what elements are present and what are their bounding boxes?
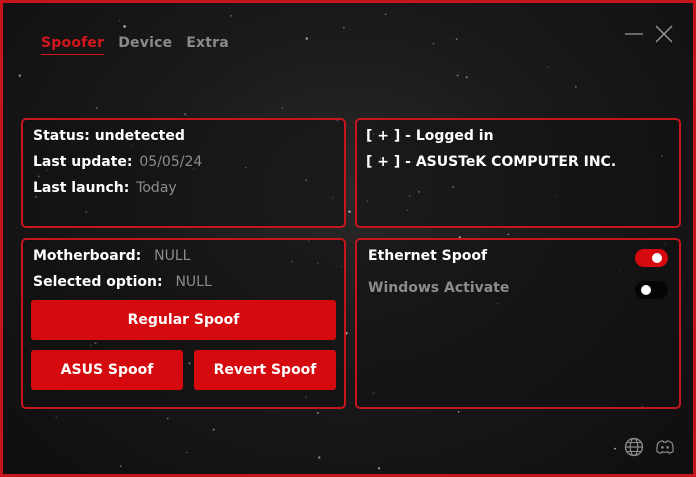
selected-option-row: Selected option: NULL — [33, 274, 212, 290]
app-window: Spoofer Device Extra Status: undetected … — [0, 0, 696, 477]
star-dot — [166, 417, 169, 420]
last-update-row: Last update: 05/05/24 — [33, 154, 202, 170]
status-label: Status: — [33, 128, 90, 144]
status-row: Status: undetected — [33, 128, 185, 144]
star-dot — [455, 38, 458, 40]
revert-spoof-button[interactable]: Revert Spoof — [194, 350, 336, 390]
star-dot — [184, 113, 187, 116]
ethernet-spoof-label: Ethernet Spoof — [368, 248, 488, 264]
regular-spoof-button[interactable]: Regular Spoof — [31, 300, 336, 340]
last-launch-row: Last launch: Today — [33, 180, 177, 196]
motherboard-row: Motherboard: NULL — [33, 248, 190, 264]
log-line: [ + ] - ASUSTeK COMPUTER INC. — [366, 154, 617, 170]
tab-device[interactable]: Device — [118, 35, 172, 55]
selected-option-value: NULL — [175, 274, 212, 290]
ethernet-spoof-toggle[interactable] — [635, 249, 668, 267]
last-update-label: Last update: — [33, 154, 133, 170]
motherboard-value: NULL — [154, 248, 191, 264]
star-dot — [456, 74, 459, 77]
star-dot — [305, 37, 309, 40]
windows-activate-toggle[interactable] — [635, 281, 668, 299]
star-dot — [343, 26, 345, 29]
log-panel: [ + ] - Logged in [ + ] - ASUSTeK COMPUT… — [355, 118, 681, 228]
last-update-value: 05/05/24 — [139, 154, 203, 170]
star-dot — [384, 13, 387, 16]
star-dot — [230, 15, 232, 17]
tab-extra[interactable]: Extra — [186, 35, 229, 55]
window-controls — [623, 23, 675, 45]
star-dot — [55, 416, 57, 418]
star-dot — [123, 25, 126, 28]
last-launch-value: Today — [136, 180, 177, 196]
asus-spoof-button[interactable]: ASUS Spoof — [31, 350, 183, 390]
selected-option-label: Selected option: — [33, 274, 163, 290]
star-dot — [575, 85, 577, 88]
star-dot — [119, 465, 122, 468]
star-dot — [614, 447, 616, 450]
options-panel: Ethernet Spoof Windows Activate — [355, 238, 681, 409]
star-dot — [318, 456, 321, 459]
star-dot — [348, 210, 351, 213]
star-dot — [186, 451, 188, 454]
star-dot — [547, 66, 550, 68]
toggle-knob — [652, 253, 662, 263]
last-launch-label: Last launch: — [33, 180, 130, 196]
tab-bar: Spoofer Device Extra — [41, 35, 229, 55]
star-dot — [281, 107, 284, 109]
status-value: undetected — [94, 128, 185, 144]
minimize-icon[interactable] — [623, 23, 645, 45]
motherboard-label: Motherboard: — [33, 248, 142, 264]
log-line: [ + ] - Logged in — [366, 128, 494, 144]
star-dot — [95, 107, 98, 110]
star-dot — [465, 76, 468, 79]
discord-icon[interactable] — [654, 436, 676, 458]
star-dot — [432, 42, 435, 45]
spoof-panel: Motherboard: NULL Selected option: NULL … — [21, 238, 346, 409]
globe-icon[interactable] — [623, 436, 645, 458]
toggle-knob — [641, 285, 651, 295]
star-dot — [457, 410, 460, 413]
star-dot — [118, 19, 121, 22]
star-dot — [212, 428, 215, 431]
star-dot — [378, 467, 381, 470]
star-dot — [316, 411, 319, 415]
star-dot — [18, 74, 21, 77]
windows-activate-label: Windows Activate — [368, 280, 510, 296]
close-icon[interactable] — [653, 23, 675, 45]
tab-spoofer[interactable]: Spoofer — [41, 35, 105, 55]
star-dot — [507, 233, 510, 236]
status-panel: Status: undetected Last update: 05/05/24… — [21, 118, 346, 228]
